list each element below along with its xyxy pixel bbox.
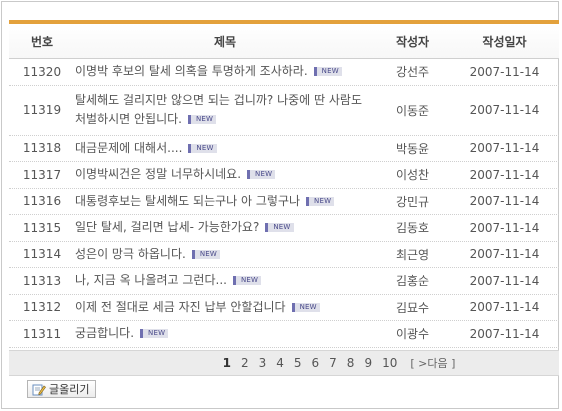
page-link-5[interactable]: 5 — [294, 356, 302, 370]
post-author: 김동호 — [395, 221, 430, 236]
post-number: 11320 — [22, 64, 62, 79]
table-row: 11312 이제 전 절대로 세금 자진 납부 안할겁니다 NEW 김묘수 2007-1… — [9, 295, 559, 321]
table-row: 11313 나, 지금 옥 나올려고 그런다... NEW 김홍순 2007-11-14 — [9, 268, 559, 295]
post-date: 2007-11-14 — [469, 141, 540, 156]
new-badge: NEW — [140, 329, 169, 339]
post-date: 2007-11-14 — [469, 103, 540, 117]
new-badge: NEW — [191, 249, 220, 259]
post-title-cell: 이명박씨건은 정말 너무하시네요. NEW — [75, 165, 375, 184]
post-date: 2007-11-14 — [469, 194, 540, 209]
new-badge: NEW — [232, 276, 262, 286]
page-link-9[interactable]: 9 — [364, 356, 372, 370]
table-row: 11316 대통령후보는 탈세해도 되는구나 아 그렇구나 NEW 강민규 2007-1… — [9, 189, 559, 215]
post-number: 11312 — [22, 300, 62, 315]
post-number: 11315 — [22, 220, 62, 235]
new-badge: NEW — [291, 302, 320, 312]
new-badge: NEW — [313, 67, 342, 77]
post-title-link[interactable]: 대통령후보는 탈세해도 되는구나 아 그렇구나 — [75, 194, 300, 208]
post-number: 11314 — [22, 247, 62, 262]
post-author: 김묘수 — [395, 300, 430, 315]
post-number: 11313 — [22, 273, 62, 288]
pencil-write-icon — [32, 383, 46, 396]
board-table: 번호 제목 작성자 작성일자 11320 이명박 후보의 탈세 의혹을 투명하게 … — [9, 20, 559, 376]
post-number: 11318 — [22, 141, 62, 156]
column-header-date: 작성일자 — [482, 34, 527, 49]
post-number: 11311 — [22, 326, 62, 341]
post-author: 이성찬 — [395, 168, 430, 183]
column-header-title: 제목 — [213, 34, 237, 49]
post-author: 최근영 — [395, 247, 430, 262]
post-author: 이광수 — [395, 327, 430, 342]
column-header-author: 작성자 — [395, 34, 430, 49]
post-number: 11316 — [22, 194, 62, 209]
post-number: 11319 — [22, 103, 62, 117]
post-title-cell: 대통령후보는 탈세해도 되는구나 아 그렇구나 NEW — [75, 192, 375, 211]
post-date: 2007-11-14 — [469, 273, 540, 288]
page-link-2[interactable]: 2 — [241, 356, 249, 370]
pagination: 1 2 3 4 5 6 7 8 9 10 [ >다음 ] — [9, 349, 559, 376]
table-row: 11311 궁금합니다. NEW 이광수 2007-11-14 — [9, 321, 559, 348]
table-row: 11317 이명박씨건은 정말 너무하시네요. NEW 이성찬 2007-11-14 — [9, 162, 559, 189]
write-post-label: 글올리기 — [49, 383, 90, 396]
post-title-cell: 나, 지금 옥 나올려고 그런다... NEW — [75, 271, 375, 290]
new-badge: NEW — [265, 223, 294, 233]
post-title-cell: 대금문제에 대해서.... NEW — [75, 139, 375, 158]
new-badge: NEW — [306, 196, 335, 206]
post-number: 11317 — [22, 167, 62, 182]
new-badge: NEW — [188, 115, 217, 124]
table-row: 11315 일단 탈세, 걸리면 납세- 가능한가요? NEW 김동호 2007-11-… — [9, 215, 559, 242]
table-row: 11314 성은이 망극 하옵니다. NEW 최근영 2007-11-14 — [9, 242, 559, 268]
post-title-link[interactable]: 탈세해도 걸리지만 않으면 되는 겁니까? 나중에 딴 사람도 처벌하시면 안됩… — [75, 93, 362, 126]
page-link-1[interactable]: 1 — [223, 356, 231, 370]
write-post-button[interactable]: 글올리기 — [27, 380, 97, 398]
column-header-no: 번호 — [30, 34, 54, 49]
post-author: 강선주 — [395, 65, 430, 80]
page-link-4[interactable]: 4 — [276, 356, 284, 370]
new-badge: NEW — [247, 170, 276, 180]
post-title-cell: 궁금합니다. NEW — [75, 324, 375, 343]
table-row: 11320 이명박 후보의 탈세 의혹을 투명하게 조사하라. NEW 강선주 2007… — [9, 59, 559, 86]
post-title-link[interactable]: 대금문제에 대해서.... — [75, 141, 182, 155]
post-date: 2007-11-14 — [469, 300, 540, 315]
post-title-cell: 이제 전 절대로 세금 자진 납부 안할겁니다 NEW — [75, 298, 375, 317]
post-author: 이동준 — [395, 103, 430, 118]
post-date: 2007-11-14 — [469, 326, 540, 341]
post-title-link[interactable]: 이제 전 절대로 세금 자진 납부 안할겁니다 — [75, 300, 286, 314]
next-page-link[interactable]: [ >다음 ] — [410, 355, 455, 371]
page-link-8[interactable]: 8 — [347, 356, 355, 370]
page-link-10[interactable]: 10 — [382, 356, 397, 370]
page-link-6[interactable]: 6 — [312, 356, 320, 370]
table-row: 11319 탈세해도 걸리지만 않으면 되는 겁니까? 나중에 딴 사람도 처벌하… — [9, 86, 559, 136]
post-title-link[interactable]: 궁금합니다. — [75, 326, 134, 340]
post-title-cell: 일단 탈세, 걸리면 납세- 가능한가요? NEW — [75, 218, 375, 237]
post-date: 2007-11-14 — [469, 167, 540, 182]
post-title-link[interactable]: 일단 탈세, 걸리면 납세- 가능한가요? — [75, 220, 259, 234]
post-title-link[interactable]: 나, 지금 옥 나올려고 그런다... — [75, 273, 227, 287]
table-header: 번호 제목 작성자 작성일자 — [9, 24, 559, 59]
post-title-cell: 성은이 망극 하옵니다. NEW — [75, 245, 375, 264]
post-author: 김홍순 — [395, 274, 430, 289]
page-link-3[interactable]: 3 — [259, 356, 267, 370]
post-date: 2007-11-14 — [469, 247, 540, 262]
page-link-7[interactable]: 7 — [329, 356, 337, 370]
post-title-link[interactable]: 이명박씨건은 정말 너무하시네요. — [75, 167, 241, 181]
post-date: 2007-11-14 — [469, 64, 540, 79]
post-author: 강민규 — [395, 194, 430, 209]
new-badge: NEW — [188, 143, 217, 153]
post-title-cell: 탈세해도 걸리지만 않으면 되는 겁니까? 나중에 딴 사람도 처벌하시면 안됩… — [75, 91, 375, 129]
post-author: 박동윤 — [395, 141, 430, 156]
table-row: 11318 대금문제에 대해서.... NEW 박동윤 2007-11-14 — [9, 136, 559, 162]
post-title-link[interactable]: 성은이 망극 하옵니다. — [75, 247, 186, 261]
post-title-cell: 이명박 후보의 탈세 의혹을 투명하게 조사하라. NEW — [75, 62, 375, 81]
post-title-link[interactable]: 이명박 후보의 탈세 의혹을 투명하게 조사하라. — [75, 64, 308, 78]
table-body: 11320 이명박 후보의 탈세 의혹을 투명하게 조사하라. NEW 강선주 2007… — [9, 59, 559, 348]
post-date: 2007-11-14 — [469, 220, 540, 235]
